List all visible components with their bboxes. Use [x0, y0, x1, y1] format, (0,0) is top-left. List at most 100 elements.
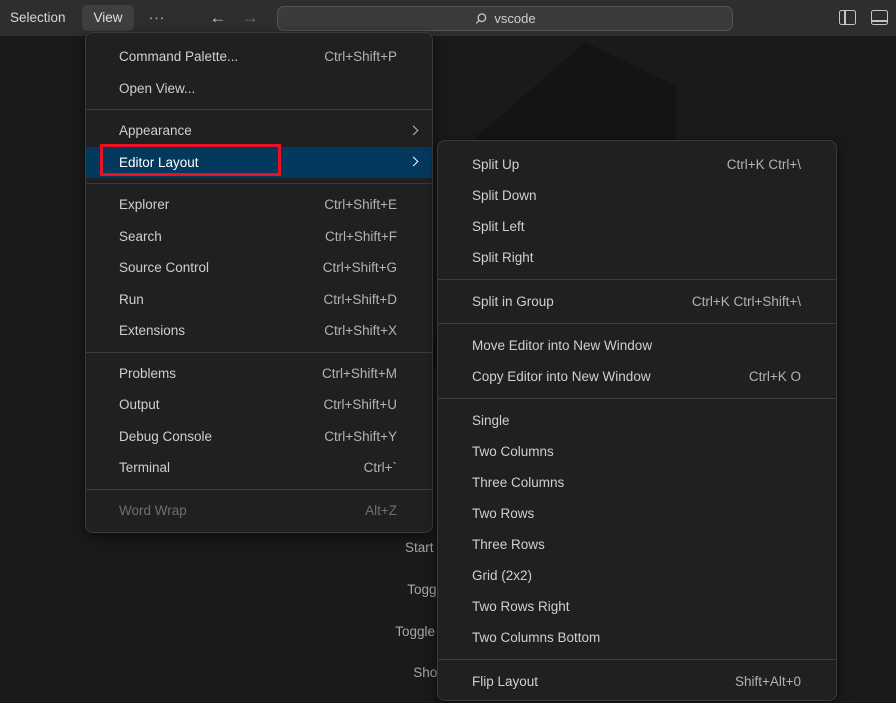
menu-item-shortcut: Ctrl+K Ctrl+\ [727, 157, 801, 172]
menu-item-shortcut: Ctrl+Shift+E [324, 197, 397, 212]
menu-item-label: Output [119, 397, 323, 412]
menu-item-explorer[interactable]: Explorer Ctrl+Shift+E [86, 189, 432, 221]
menu-item-output[interactable]: Output Ctrl+Shift+U [86, 389, 432, 421]
menu-item-label: Split Right [472, 250, 801, 265]
menu-item-shortcut: Ctrl+Shift+M [322, 366, 397, 381]
menu-item-search[interactable]: Search Ctrl+Shift+F [86, 221, 432, 253]
search-value: vscode [494, 11, 535, 26]
menu-item-label: Split in Group [472, 294, 692, 309]
menu-item-label: Split Down [472, 188, 801, 203]
menu-item-shortcut: Alt+Z [365, 503, 397, 518]
search-icon [474, 12, 488, 26]
menu-separator [438, 659, 836, 660]
chevron-right-icon [409, 157, 419, 167]
menu-separator [86, 352, 432, 353]
menu-item-shortcut: Ctrl+Shift+X [324, 323, 397, 338]
menu-item-label: Source Control [119, 260, 323, 275]
menubar-more-button[interactable]: ··· [142, 0, 172, 36]
menu-item-word-wrap[interactable]: Word Wrap Alt+Z [86, 495, 432, 527]
menu-item-appearance[interactable]: Appearance [86, 115, 432, 147]
menu-item-shortcut: Ctrl+` [364, 460, 397, 475]
submenu-item-three-rows[interactable]: Three Rows [438, 529, 836, 560]
menu-item-label: Two Columns Bottom [472, 630, 801, 645]
menu-separator [86, 109, 432, 110]
menu-item-label: Three Columns [472, 475, 801, 490]
menu-item-label: Two Rows [472, 506, 801, 521]
menu-item-label: Two Columns [472, 444, 801, 459]
menu-separator [86, 489, 432, 490]
submenu-item-copy-editor-new-window[interactable]: Copy Editor into New Window Ctrl+K O [438, 361, 836, 392]
menu-separator [86, 183, 432, 184]
menu-item-shortcut: Ctrl+K Ctrl+Shift+\ [692, 294, 801, 309]
menu-item-label: Move Editor into New Window [472, 338, 801, 353]
menubar-item-view[interactable]: View [82, 5, 134, 31]
menu-separator [438, 398, 836, 399]
menu-separator [438, 323, 836, 324]
menu-item-label: Command Palette... [119, 49, 324, 64]
menu-item-shortcut: Ctrl+Shift+F [325, 229, 397, 244]
background-label: Show [247, 662, 447, 684]
submenu-item-split-right[interactable]: Split Right [438, 242, 836, 273]
command-center-search[interactable]: vscode [277, 6, 733, 31]
menu-item-source-control[interactable]: Source Control Ctrl+Shift+G [86, 252, 432, 284]
menu-item-shortcut: Ctrl+K O [749, 369, 801, 384]
title-bar: Selection View ··· ← → vscode [0, 0, 896, 36]
menu-item-label: Appearance [119, 123, 397, 138]
submenu-item-split-left[interactable]: Split Left [438, 211, 836, 242]
menu-item-shortcut: Ctrl+Shift+G [323, 260, 397, 275]
menu-separator [438, 279, 836, 280]
submenu-item-two-rows-right[interactable]: Two Rows Right [438, 591, 836, 622]
menu-item-label: Single [472, 413, 801, 428]
menu-item-shortcut: Ctrl+Shift+D [323, 292, 397, 307]
menu-item-label: Problems [119, 366, 322, 381]
menu-item-label: Copy Editor into New Window [472, 369, 749, 384]
background-label: Toggle [247, 579, 447, 601]
navigate-back-icon[interactable]: ← [204, 0, 232, 36]
submenu-item-grid-2x2[interactable]: Grid (2x2) [438, 560, 836, 591]
menu-item-label: Split Left [472, 219, 801, 234]
menu-item-label: Word Wrap [119, 503, 365, 518]
submenu-item-split-up[interactable]: Split Up Ctrl+K Ctrl+\ [438, 149, 836, 180]
menu-item-run[interactable]: Run Ctrl+Shift+D [86, 284, 432, 316]
submenu-item-flip-layout[interactable]: Flip Layout Shift+Alt+0 [438, 666, 836, 697]
view-menu-dropdown: Command Palette... Ctrl+Shift+P Open Vie… [85, 32, 433, 533]
background-label: Start D [247, 537, 447, 559]
menu-item-label: Search [119, 229, 325, 244]
menu-item-debug-console[interactable]: Debug Console Ctrl+Shift+Y [86, 421, 432, 453]
menu-item-extensions[interactable]: Extensions Ctrl+Shift+X [86, 315, 432, 347]
menu-item-label: Split Up [472, 157, 727, 172]
menu-item-problems[interactable]: Problems Ctrl+Shift+M [86, 358, 432, 390]
submenu-item-split-in-group[interactable]: Split in Group Ctrl+K Ctrl+Shift+\ [438, 286, 836, 317]
menubar-item-selection[interactable]: Selection [10, 0, 66, 36]
toggle-panel-icon[interactable] [871, 10, 888, 25]
navigate-forward-icon[interactable]: → [236, 0, 264, 36]
submenu-item-three-columns[interactable]: Three Columns [438, 467, 836, 498]
submenu-item-move-editor-new-window[interactable]: Move Editor into New Window [438, 330, 836, 361]
sidebar-icon-divider [844, 11, 846, 24]
toggle-sidebar-icon[interactable] [839, 10, 856, 25]
menu-item-label: Run [119, 292, 323, 307]
menu-item-label: Debug Console [119, 429, 324, 444]
menu-item-command-palette[interactable]: Command Palette... Ctrl+Shift+P [86, 41, 432, 73]
annotation-highlight-rectangle [100, 144, 281, 176]
submenu-item-two-rows[interactable]: Two Rows [438, 498, 836, 529]
menu-item-label: Open View... [119, 81, 397, 96]
menu-item-shortcut: Ctrl+Shift+P [324, 49, 397, 64]
menu-item-label: Grid (2x2) [472, 568, 801, 583]
submenu-item-two-columns-bottom[interactable]: Two Columns Bottom [438, 622, 836, 653]
menu-item-shortcut: Shift+Alt+0 [735, 674, 801, 689]
menu-item-shortcut: Ctrl+Shift+U [323, 397, 397, 412]
menu-item-label: Extensions [119, 323, 324, 338]
menu-item-label: Terminal [119, 460, 364, 475]
background-label: Toggle F [247, 621, 447, 643]
panel-icon-divider [872, 20, 887, 22]
menu-item-open-view[interactable]: Open View... [86, 73, 432, 105]
menu-item-label: Two Rows Right [472, 599, 801, 614]
submenu-item-split-down[interactable]: Split Down [438, 180, 836, 211]
menu-item-shortcut: Ctrl+Shift+Y [324, 429, 397, 444]
menu-item-terminal[interactable]: Terminal Ctrl+` [86, 452, 432, 484]
submenu-item-two-columns[interactable]: Two Columns [438, 436, 836, 467]
menu-item-label: Explorer [119, 197, 324, 212]
menu-item-label: Three Rows [472, 537, 801, 552]
submenu-item-single[interactable]: Single [438, 405, 836, 436]
